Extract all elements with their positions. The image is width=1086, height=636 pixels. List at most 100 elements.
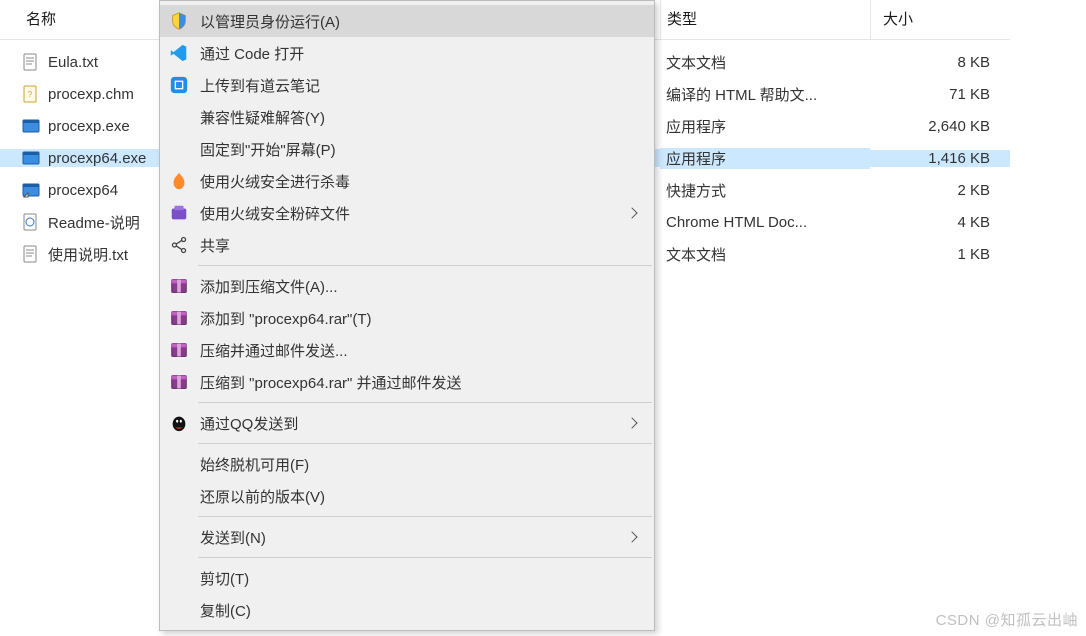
menu-icon bbox=[168, 567, 190, 589]
menu-item[interactable]: 剪切(T) bbox=[160, 562, 654, 594]
file-type: 文本文档 bbox=[660, 244, 870, 265]
file-row-type[interactable]: 应用程序 bbox=[660, 110, 870, 142]
file-name: procexp.chm bbox=[48, 86, 134, 103]
file-row-size[interactable]: 2 KB bbox=[870, 174, 1010, 206]
file-type: 应用程序 bbox=[660, 116, 870, 137]
context-menu[interactable]: 以管理员身份运行(A) 通过 Code 打开 上传到有道云笔记 兼容性疑难解答(… bbox=[159, 0, 655, 631]
lnk-icon bbox=[22, 181, 40, 199]
menu-label: 使用火绒安全进行杀毒 bbox=[200, 171, 636, 192]
chevron-right-icon bbox=[626, 207, 637, 218]
html-icon bbox=[22, 213, 40, 231]
file-name: procexp64.exe bbox=[48, 150, 146, 167]
file-size: 1 KB bbox=[870, 246, 1010, 263]
file-name: 使用说明.txt bbox=[48, 244, 128, 265]
menu-label: 兼容性疑难解答(Y) bbox=[200, 107, 636, 128]
menu-icon bbox=[168, 453, 190, 475]
menu-label: 上传到有道云笔记 bbox=[200, 75, 636, 96]
rar-icon bbox=[168, 339, 190, 361]
menu-icon bbox=[168, 485, 190, 507]
rar-icon bbox=[168, 307, 190, 329]
file-type: 快捷方式 bbox=[660, 180, 870, 201]
menu-separator bbox=[198, 402, 652, 403]
menu-separator bbox=[198, 443, 652, 444]
chevron-right-icon bbox=[626, 417, 637, 428]
file-name: procexp64 bbox=[48, 182, 118, 199]
shield-icon bbox=[168, 10, 190, 32]
header-type[interactable]: 类型 bbox=[660, 0, 870, 39]
menu-icon bbox=[168, 526, 190, 548]
menu-item[interactable]: 使用火绒安全粉碎文件 bbox=[160, 197, 654, 229]
header-size[interactable]: 大小 bbox=[870, 0, 1010, 39]
menu-item[interactable]: 发送到(N) bbox=[160, 521, 654, 553]
file-row-size[interactable]: 8 KB bbox=[870, 46, 1010, 78]
menu-separator bbox=[198, 557, 652, 558]
rar-icon bbox=[168, 371, 190, 393]
file-row-size[interactable]: 4 KB bbox=[870, 206, 1010, 238]
menu-label: 复制(C) bbox=[200, 600, 636, 621]
file-type: Chrome HTML Doc... bbox=[660, 214, 870, 231]
file-row-type[interactable]: 文本文档 bbox=[660, 46, 870, 78]
menu-separator bbox=[198, 265, 652, 266]
huorong-icon bbox=[168, 170, 190, 192]
menu-item[interactable]: 添加到压缩文件(A)... bbox=[160, 270, 654, 302]
exe-icon bbox=[22, 117, 40, 135]
menu-label: 通过 Code 打开 bbox=[200, 43, 636, 64]
file-row-type[interactable]: 编译的 HTML 帮助文... bbox=[660, 78, 870, 110]
menu-label: 共享 bbox=[200, 235, 636, 256]
file-row-size[interactable]: 1,416 KB bbox=[870, 142, 1010, 174]
menu-item[interactable]: 上传到有道云笔记 bbox=[160, 69, 654, 101]
menu-label: 通过QQ发送到 bbox=[200, 413, 618, 434]
menu-icon bbox=[168, 138, 190, 160]
file-size: 2 KB bbox=[870, 182, 1010, 199]
huorong2-icon bbox=[168, 202, 190, 224]
menu-item[interactable]: 还原以前的版本(V) bbox=[160, 480, 654, 512]
menu-label: 还原以前的版本(V) bbox=[200, 486, 636, 507]
file-size: 71 KB bbox=[870, 86, 1010, 103]
file-type: 编译的 HTML 帮助文... bbox=[660, 84, 870, 105]
file-row-type[interactable]: Chrome HTML Doc... bbox=[660, 206, 870, 238]
menu-icon bbox=[168, 106, 190, 128]
file-size: 8 KB bbox=[870, 54, 1010, 71]
txt-icon bbox=[22, 245, 40, 263]
menu-item[interactable]: 通过QQ发送到 bbox=[160, 407, 654, 439]
menu-item[interactable]: 通过 Code 打开 bbox=[160, 37, 654, 69]
menu-label: 压缩到 "procexp64.rar" 并通过邮件发送 bbox=[200, 372, 636, 393]
menu-item[interactable]: 使用火绒安全进行杀毒 bbox=[160, 165, 654, 197]
menu-label: 固定到"开始"屏幕(P) bbox=[200, 139, 636, 160]
menu-separator bbox=[198, 516, 652, 517]
vscode-icon bbox=[168, 42, 190, 64]
file-row-type[interactable]: 快捷方式 bbox=[660, 174, 870, 206]
file-row-type[interactable]: 应用程序 bbox=[660, 142, 870, 174]
exe-icon bbox=[22, 149, 40, 167]
menu-label: 始终脱机可用(F) bbox=[200, 454, 636, 475]
file-type: 文本文档 bbox=[660, 52, 870, 73]
menu-label: 添加到 "procexp64.rar"(T) bbox=[200, 308, 636, 329]
file-row-size[interactable]: 2,640 KB bbox=[870, 110, 1010, 142]
file-size: 4 KB bbox=[870, 214, 1010, 231]
rar-icon bbox=[168, 275, 190, 297]
file-row-size[interactable]: 1 KB bbox=[870, 238, 1010, 270]
menu-item[interactable]: 兼容性疑难解答(Y) bbox=[160, 101, 654, 133]
file-size: 1,416 KB bbox=[870, 150, 1010, 167]
menu-item[interactable]: 压缩并通过邮件发送... bbox=[160, 334, 654, 366]
file-name: Eula.txt bbox=[48, 54, 98, 71]
watermark: CSDN @知孤云出岫 bbox=[936, 609, 1078, 630]
menu-item[interactable]: 复制(C) bbox=[160, 594, 654, 626]
menu-icon bbox=[168, 599, 190, 621]
chm-icon bbox=[22, 85, 40, 103]
file-row-size[interactable]: 71 KB bbox=[870, 78, 1010, 110]
menu-item[interactable]: 共享 bbox=[160, 229, 654, 261]
share-icon bbox=[168, 234, 190, 256]
menu-label: 以管理员身份运行(A) bbox=[200, 11, 636, 32]
menu-item[interactable]: 添加到 "procexp64.rar"(T) bbox=[160, 302, 654, 334]
file-type: 应用程序 bbox=[660, 148, 870, 169]
youdao-icon bbox=[168, 74, 190, 96]
chevron-right-icon bbox=[626, 531, 637, 542]
menu-item[interactable]: 固定到"开始"屏幕(P) bbox=[160, 133, 654, 165]
menu-item[interactable]: 始终脱机可用(F) bbox=[160, 448, 654, 480]
menu-item[interactable]: 压缩到 "procexp64.rar" 并通过邮件发送 bbox=[160, 366, 654, 398]
file-row-type[interactable]: 文本文档 bbox=[660, 238, 870, 270]
menu-item[interactable]: 以管理员身份运行(A) bbox=[160, 5, 654, 37]
menu-label: 压缩并通过邮件发送... bbox=[200, 340, 636, 361]
txt-icon bbox=[22, 53, 40, 71]
